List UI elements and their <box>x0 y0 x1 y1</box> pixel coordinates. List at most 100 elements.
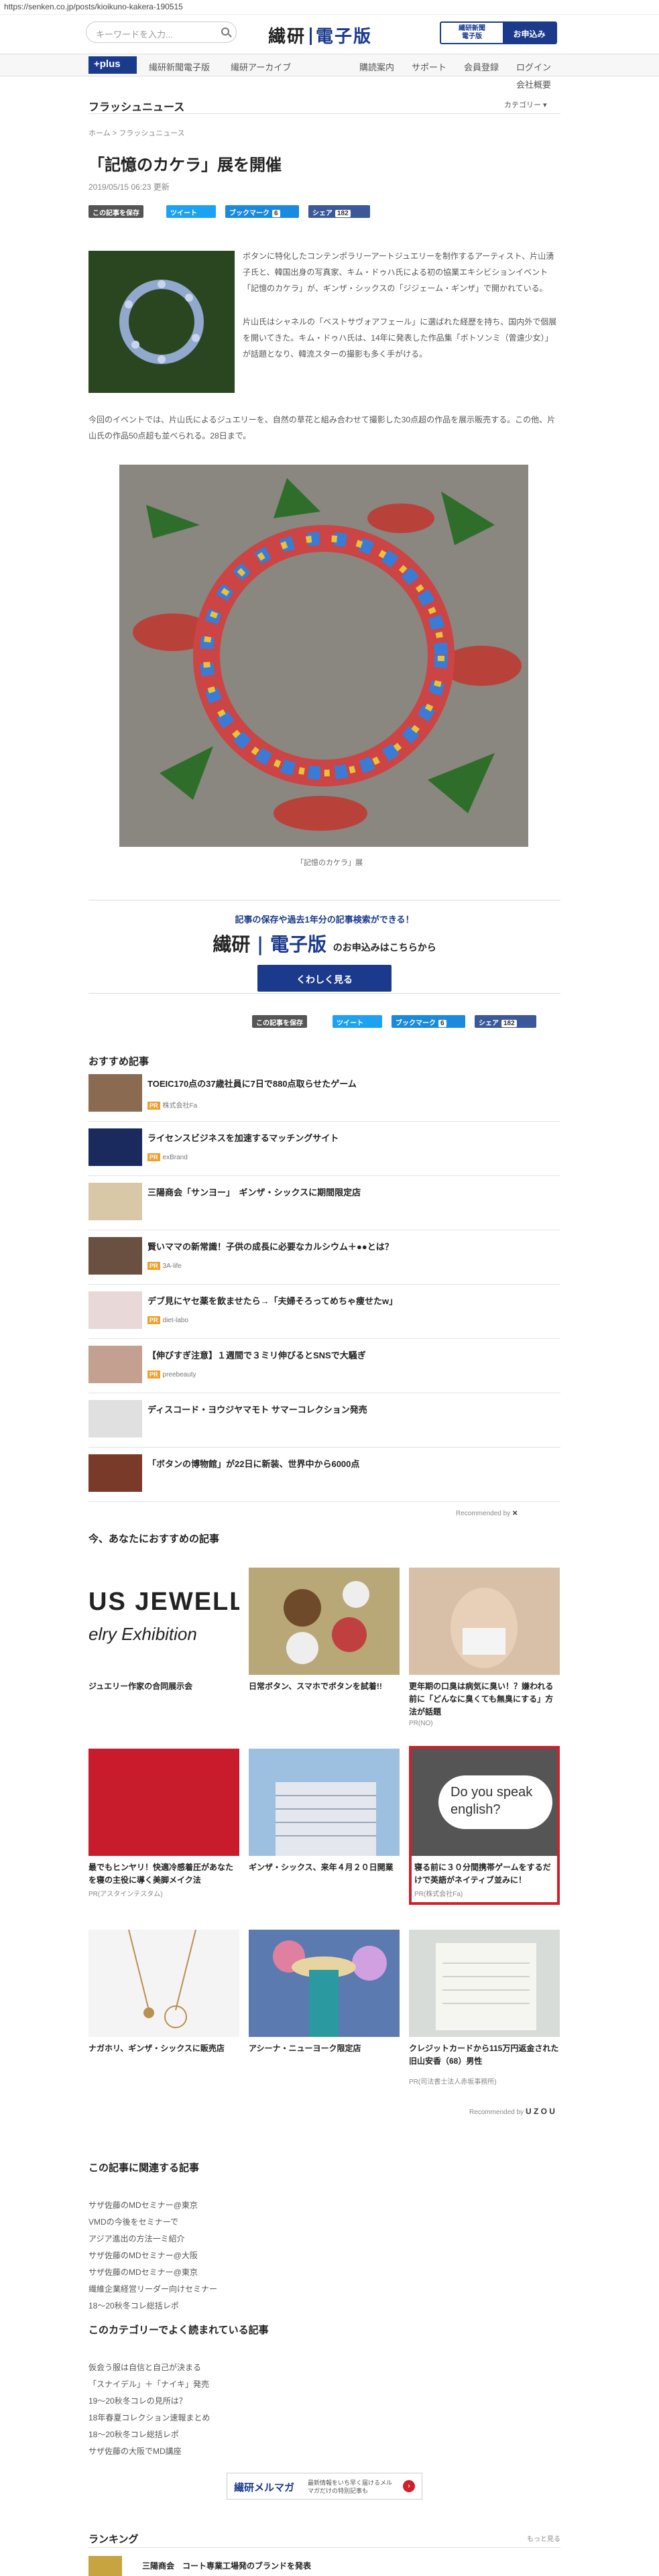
rec-item[interactable]: 三陽商会「サンヨー」 ギンザ・シックスに期間限定店 <box>88 1176 560 1230</box>
nav-item-register[interactable]: 会員登録 <box>464 60 499 73</box>
card-image <box>249 1568 400 1675</box>
related-item[interactable]: サザ佐藤のMDセミナー@大阪 <box>88 2249 198 2261</box>
tweet-button-bottom[interactable]: ツイート <box>333 1015 382 1028</box>
popular-item[interactable]: 仮会う服は自信と自己が決まる <box>88 2361 201 2373</box>
save-article-button[interactable]: この記事を保存 <box>88 205 143 218</box>
rec-card[interactable]: ナガホリ、ギンザ・シックスに販売店 <box>88 1930 239 2055</box>
card-image <box>409 1930 560 2037</box>
facebook-share-button-bottom[interactable]: シェア 182 <box>475 1015 536 1028</box>
rec-card[interactable]: ギンザ・シックス、来年４月２０日開業 <box>249 1749 400 1874</box>
popular-item[interactable]: 「スナイデル」＋「ナイキ」発売 <box>88 2378 209 2390</box>
arrow-right-icon: › <box>403 2480 415 2492</box>
rec-item[interactable]: ディスコード・ヨウジヤマモト サマーコレクション発売 <box>88 1393 560 1448</box>
card-source: PR(NO) <box>409 1720 433 1727</box>
nav-item-company[interactable]: 会社概要 <box>516 78 551 91</box>
hatena-button[interactable]: ブックマーク 6 <box>225 205 299 218</box>
rec-item[interactable]: デブ見にヤセ薬を飲ませたら→「夫婦そろってめちゃ痩せたw」 PR diet-labo <box>88 1285 560 1339</box>
subscribe-label: 繊研新聞 電子版 <box>459 25 485 40</box>
nav-item-login[interactable]: ログイン <box>516 60 551 73</box>
mailmag-banner[interactable]: 繊研メルマガ 最新情報をいち早く届けるメルマガだけの特別記事も › <box>227 2473 422 2500</box>
article-paragraph-2: 片山氏はシャネルの「ベストサヴォアフェール」に選ばれた経歴を持ち、国内外で個展を… <box>243 317 557 359</box>
nav-item-subscription[interactable]: 購読案内 <box>359 60 394 73</box>
search-placeholder: キーワードを入力... <box>96 30 173 40</box>
card-image <box>249 1930 400 2037</box>
rec-item[interactable]: 【伸びすぎ注意】１週間で３ミリ伸びるとSNSで大騒ぎ PR preebeauty <box>88 1339 560 1393</box>
card-title: ギンザ・シックス、来年４月２０日開業 <box>249 1863 394 1872</box>
rec-thumb <box>88 1346 142 1383</box>
rec-card[interactable]: US JEWELL elry Exhibition ジュエリー作家の合同展示会 <box>88 1568 239 1693</box>
card-title: 最でもヒンヤリ！快適冷感着圧があなたを寝の主役に導く美脚メイク法 <box>88 1863 234 1885</box>
ranking-item-1[interactable]: 三陽商会 コート専業工場発のブランドを発表 <box>142 2560 311 2571</box>
category-dropdown[interactable]: カテゴリー ▾ <box>504 99 547 110</box>
rec-item[interactable]: ライセンスビジネスを加速するマッチングサイト PR exBrand <box>88 1122 560 1176</box>
logo-divider <box>310 27 312 45</box>
uzou-credit: Recommended by U Z O U <box>469 2107 555 2116</box>
card-source: PR(司法書士法人赤坂事務所) <box>409 2079 497 2086</box>
rec-title: ライセンスビジネスを加速するマッチングサイト <box>147 1133 339 1143</box>
rec-item[interactable]: 「ボタンの博物館」が22日に新装、世界中から6000点 <box>88 1448 560 1502</box>
related-item[interactable]: 繊維企業経営リーダー向けセミナー <box>88 2283 217 2294</box>
section-title: フラッシュニュース <box>88 102 185 113</box>
related-item[interactable]: サザ佐藤のMDセミナー@東京 <box>88 2266 198 2278</box>
image-caption: 「記憶のカケラ」展 <box>296 859 363 867</box>
card-source: PR(アスタインテスタム) <box>88 1891 163 1898</box>
rec-thumb <box>88 1074 142 1112</box>
card-title: クレジットカードから115万円返金された旧山安香（68）男性 <box>409 2044 559 2066</box>
rec-source: PR exBrand <box>147 1153 188 1161</box>
logo-text-right: 電子版 <box>316 27 373 47</box>
ranking-title: ランキング <box>88 2534 139 2545</box>
related-item[interactable]: アジア進出の方法一ミ紹介 <box>88 2233 185 2244</box>
nav-item-support[interactable]: サポート <box>412 60 446 73</box>
search-icon[interactable] <box>221 27 229 36</box>
save-article-button-bottom[interactable]: この記事を保存 <box>252 1015 307 1028</box>
rec-title: ディスコード・ヨウジヤマモト サマーコレクション発売 <box>147 1405 367 1415</box>
hatena-button-bottom[interactable]: ブックマーク 6 <box>392 1015 465 1028</box>
popular-item[interactable]: サザ佐藤の大阪でMD講座 <box>88 2445 182 2457</box>
popular-item[interactable]: 19～20秋冬コレの見所は？ <box>88 2395 187 2406</box>
rec-title: TOEIC170点の37歳社員に7日で880点取らせたゲーム <box>147 1079 357 1089</box>
rec-title: 三陽商会「サンヨー」 ギンザ・シックスに期間限定店 <box>147 1187 361 1197</box>
facebook-share-button[interactable]: シェア 182 <box>308 205 370 218</box>
ranking-more-link[interactable]: もっと見る <box>527 2533 560 2543</box>
card-title: ナガホリ、ギンザ・シックスに販売店 <box>88 2044 225 2053</box>
card-image <box>88 1749 239 1856</box>
article-paragraph-1: ボタンに特化したコンテンポラリーアートジュエリーを制作するアーティスト、片山湧子… <box>243 251 554 293</box>
card-title: ジュエリー作家の合同展示会 <box>88 1682 193 1691</box>
nav-item-archive[interactable]: 繊研アーカイブ <box>231 60 291 73</box>
promo-details-button[interactable]: くわしく見る <box>257 965 392 992</box>
site-logo[interactable]: 繊研 電子版 <box>268 23 372 48</box>
rec-title: 【伸びすぎ注意】１週間で３ミリ伸びるとSNSで大騒ぎ <box>147 1350 366 1360</box>
rec-item[interactable]: TOEIC170点の37歳社員に7日で880点取らせたゲーム PR 株式会社Fa <box>88 1067 560 1122</box>
rec-card[interactable]: 更年期の口臭は病気に臭い！？嫌われる前に「どんなに臭くても無臭にする」方法が話題… <box>409 1568 560 1727</box>
rec-thumb <box>88 1183 142 1220</box>
logo-text-left: 繊研 <box>268 27 306 47</box>
article-main-image <box>119 465 528 847</box>
nav-item-digital[interactable]: 繊研新聞電子版 <box>149 60 210 73</box>
rec-thumb <box>88 1128 142 1166</box>
card-image: US JEWELL elry Exhibition <box>88 1568 239 1675</box>
related-item[interactable]: 18～20秋冬コレ総括レポ <box>88 2300 179 2311</box>
rec-card[interactable]: 日常ボタン、スマホでボタンを試着!! <box>249 1568 400 1693</box>
card-image <box>409 1568 560 1675</box>
plus-button[interactable]: +plus <box>88 56 137 74</box>
popular-item[interactable]: 18年春夏コレクション速報まとめ <box>88 2412 210 2423</box>
subscription-promo: 記事の保存や過去1年分の記事検索ができる！ 繊研 | 電子版 のお申込みはこちら… <box>88 900 560 994</box>
rec-card-highlighted[interactable]: Do you speak english? 寝る前に３０分間携帯ゲームをするだけ… <box>409 1746 560 1905</box>
breadcrumb[interactable]: ホーム > フラッシュニュース <box>88 127 185 138</box>
related-item[interactable]: サザ佐藤のMDセミナー@東京 <box>88 2199 198 2211</box>
rec-item[interactable]: 賢いママの新常識！子供の成長に必要なカルシウム＋●●とは？ PR 3A-life <box>88 1230 560 1285</box>
url-bar[interactable]: https://senken.co.jp/posts/kioikuno-kake… <box>0 0 659 15</box>
rec-thumb <box>88 1400 142 1438</box>
promo-line-1: 記事の保存や過去1年分の記事検索ができる！ <box>235 915 414 925</box>
subscribe-cta: お申込み <box>503 23 556 43</box>
tweet-button[interactable]: ツイート <box>166 205 216 218</box>
rec-card[interactable]: アシーナ・ニューヨーク限定店 <box>249 1930 400 2055</box>
subscribe-button[interactable]: 繊研新聞 電子版 お申込み <box>440 21 557 44</box>
related-item[interactable]: VMDの今後をセミナーで <box>88 2216 178 2227</box>
rec-card[interactable]: 最でもヒンヤリ！快適冷感着圧があなたを寝の主役に導く美脚メイク法 PR(アスタイ… <box>88 1749 239 1898</box>
popular-item[interactable]: 18～20秋冬コレ総括レポ <box>88 2428 179 2440</box>
rec-title: 賢いママの新常識！子供の成長に必要なカルシウム＋●●とは？ <box>147 1242 394 1252</box>
rec-source: PR 株式会社Fa <box>147 1100 197 1110</box>
search-input[interactable]: キーワードを入力... <box>86 21 237 43</box>
rec-card[interactable]: クレジットカードから115万円返金された旧山安香（68）男性 PR(司法書士法人… <box>409 1930 560 2086</box>
